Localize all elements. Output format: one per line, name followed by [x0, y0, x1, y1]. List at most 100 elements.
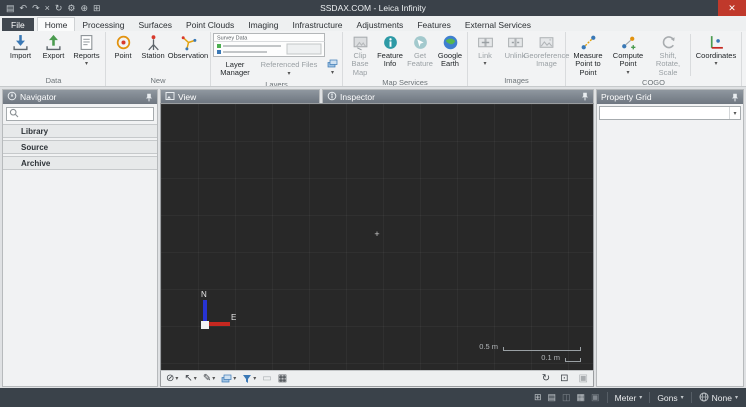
layer-manager-button[interactable]: Layer Manager: [213, 60, 257, 79]
capture-view-button[interactable]: ▣: [578, 374, 589, 384]
crs-dropdown[interactable]: None ▾: [699, 392, 738, 404]
tab-adjustments[interactable]: Adjustments: [350, 18, 411, 31]
status-list-icon[interactable]: ▤: [548, 392, 557, 403]
navigator-item-source[interactable]: Source: [3, 140, 157, 154]
redo-icon[interactable]: ↷: [32, 0, 40, 16]
measure-tool-button[interactable]: ▭: [261, 374, 272, 384]
measure-point-to-point-button[interactable]: Measure Point to Point: [568, 33, 608, 77]
observation-icon: [180, 34, 197, 51]
settings-icon[interactable]: ⚙: [67, 0, 75, 16]
get-feature-label: Get Feature: [405, 52, 435, 69]
station-icon: [145, 34, 162, 51]
ribbon-group-new: Point Station Observation New: [106, 32, 211, 86]
close-button[interactable]: ✕: [718, 0, 746, 16]
status-table-icon[interactable]: ▦: [577, 392, 586, 403]
ribbon-group-layers: Survey Data Layer Manager Referenced Fil…: [211, 32, 343, 86]
unit-dropdown[interactable]: Meter ▾: [615, 393, 643, 403]
group-label-layers: Layers: [213, 79, 340, 88]
pin-icon[interactable]: [731, 93, 739, 102]
inspector-header[interactable]: Inspector: [322, 89, 594, 103]
feature-info-button[interactable]: Feature Info: [375, 33, 405, 69]
undo-icon[interactable]: ↶: [20, 0, 28, 16]
tab-imaging[interactable]: Imaging: [241, 18, 285, 31]
feature-info-label: Feature Info: [375, 52, 405, 69]
clip-base-map-button[interactable]: Clip Base Map: [345, 33, 375, 77]
origin-cross-marker: +: [374, 229, 379, 239]
measure-point-to-point-icon: [580, 34, 597, 51]
georeference-image-icon: [538, 34, 555, 51]
compute-point-button[interactable]: Compute Point ▾: [608, 33, 648, 76]
export-button[interactable]: Export: [37, 33, 70, 60]
filter-tool-button[interactable]: ▾: [241, 374, 257, 384]
pin-icon[interactable]: ⊕: [81, 0, 89, 16]
crs-label: None: [712, 393, 732, 403]
zoom-extents-button[interactable]: ⊡: [559, 374, 569, 384]
navigator-item-library[interactable]: Library: [3, 124, 157, 138]
search-input[interactable]: [21, 110, 151, 119]
tab-surfaces[interactable]: Surfaces: [131, 18, 179, 31]
chevron-down-icon: ▾: [714, 61, 717, 67]
refresh-icon[interactable]: ↻: [55, 0, 63, 16]
property-grid-title: Property Grid: [601, 92, 652, 102]
angle-unit-dropdown[interactable]: Gons ▾: [657, 393, 683, 403]
reports-label: Reports: [73, 52, 99, 60]
view-header[interactable]: View: [160, 89, 320, 103]
delete-icon[interactable]: ×: [45, 0, 50, 16]
reports-button[interactable]: Reports ▾: [70, 33, 103, 67]
ribbon-group-images: Link ▾ Unlink Georeference Image Images: [468, 32, 566, 86]
ribbon-tab-bar: File Home Processing Surfaces Point Clou…: [0, 16, 746, 31]
ribbon-group-data: Import Export Reports ▾ Data: [2, 32, 106, 86]
axis-indicator: N E: [201, 290, 245, 334]
save-icon[interactable]: ▤: [6, 0, 15, 16]
tab-external-services[interactable]: External Services: [458, 18, 538, 31]
observation-button[interactable]: Observation: [168, 33, 208, 60]
pen-icon: ✎: [203, 374, 211, 384]
status-grid-icon[interactable]: ⊞: [534, 392, 542, 403]
google-earth-button[interactable]: Google Earth: [435, 33, 465, 69]
map-view-canvas[interactable]: + N E 0.5 m 0.1 m: [160, 103, 594, 370]
unit-label: Meter: [615, 393, 637, 403]
grid-toggle-button[interactable]: ▦: [277, 374, 288, 384]
link-button[interactable]: Link ▾: [470, 33, 500, 67]
style-tool-button[interactable]: ✎▾: [202, 374, 216, 384]
application-window: ▤ ↶ ↷ × ↻ ⚙ ⊕ ⊞ SSDAX.COM - Leica Infini…: [0, 0, 746, 407]
navigator-item-archive[interactable]: Archive: [3, 156, 157, 170]
chevron-down-icon: ▾: [212, 376, 215, 382]
tab-home[interactable]: Home: [37, 17, 76, 31]
view-toolbar: ⊘▾ ↖▾ ✎▾ ▾ ▾ ▭ ▦ ↻ ⊡ ▣: [160, 370, 594, 387]
referenced-files-button[interactable]: Referenced Files ▾: [257, 60, 321, 79]
reset-rotation-button[interactable]: ↻: [541, 374, 551, 384]
tab-processing[interactable]: Processing: [75, 18, 131, 31]
tab-infrastructure[interactable]: Infrastructure: [285, 18, 349, 31]
quick-access-toolbar: ▤ ↶ ↷ × ↻ ⚙ ⊕ ⊞: [0, 0, 101, 16]
layers-dropdown-button[interactable]: ▾: [325, 33, 340, 79]
group-label-map-services: Map Services: [345, 77, 465, 87]
import-button[interactable]: Import: [4, 33, 37, 60]
tab-features[interactable]: Features: [410, 18, 458, 31]
shift-rotate-scale-button[interactable]: Shift, Rotate, Scale: [648, 33, 688, 77]
layers-visibility-button[interactable]: ▾: [220, 374, 237, 383]
chevron-down-icon: ▾: [253, 376, 256, 382]
status-columns-icon[interactable]: ◫: [562, 392, 571, 403]
georeference-image-label: Georeference Image: [524, 52, 570, 69]
select-tool-button[interactable]: ↖▾: [183, 374, 197, 384]
layout-icon[interactable]: ⊞: [93, 0, 101, 16]
globe-icon: [699, 392, 709, 404]
coordinates-button[interactable]: Coordinates ▾: [693, 33, 739, 67]
group-label-images: Images: [470, 75, 563, 86]
pin-icon[interactable]: [581, 92, 589, 101]
pin-icon[interactable]: [145, 93, 153, 102]
window-controls: ✕: [718, 0, 746, 16]
station-button[interactable]: Station: [138, 33, 168, 60]
snap-toggle-button[interactable]: ⊘▾: [165, 374, 179, 384]
status-cells-icon[interactable]: ▣: [591, 392, 600, 403]
property-selector-dropdown[interactable]: ▾: [599, 106, 741, 120]
point-button[interactable]: Point: [108, 33, 138, 60]
google-earth-label: Google Earth: [435, 52, 465, 69]
statusbar-divider: [649, 392, 650, 403]
search-icon: [9, 108, 19, 120]
tab-file[interactable]: File: [2, 18, 34, 31]
get-feature-button[interactable]: Get Feature: [405, 33, 435, 69]
tab-point-clouds[interactable]: Point Clouds: [179, 18, 241, 31]
georeference-image-button[interactable]: Georeference Image: [530, 33, 563, 69]
